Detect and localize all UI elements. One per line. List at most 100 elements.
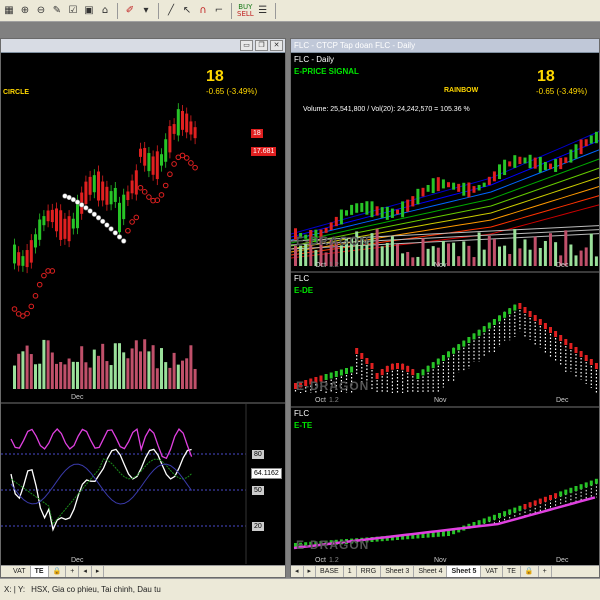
zoom-out-icon[interactable]: ⊖ bbox=[34, 4, 48, 18]
candle bbox=[17, 252, 21, 266]
lock-icon[interactable]: 🔒 bbox=[49, 566, 67, 577]
e-te-bar bbox=[569, 487, 573, 493]
home-icon[interactable]: ⌂ bbox=[98, 4, 112, 18]
candle bbox=[487, 176, 491, 185]
volume-bar bbox=[172, 352, 176, 389]
toolbar-divider bbox=[274, 2, 276, 19]
volume-bar bbox=[42, 339, 46, 389]
sheet-tab-sheet4[interactable]: Sheet 4 bbox=[414, 566, 448, 577]
candle bbox=[324, 227, 328, 233]
sheet-tab-rrg[interactable]: RRG bbox=[357, 566, 382, 577]
candle bbox=[50, 209, 54, 223]
candle bbox=[25, 250, 29, 268]
bracket-icon[interactable]: ⌐ bbox=[212, 4, 226, 18]
sheet-tab-sheet3[interactable]: Sheet 3 bbox=[381, 566, 415, 577]
sell-label: SELL bbox=[237, 9, 254, 18]
volume-bar bbox=[50, 352, 54, 389]
volume-bar bbox=[176, 364, 180, 389]
nav-right-icon[interactable]: ▸ bbox=[92, 566, 105, 577]
candle bbox=[554, 159, 558, 172]
e-de-bar bbox=[345, 368, 348, 374]
candle bbox=[29, 240, 33, 263]
list-icon[interactable]: ☰ bbox=[256, 4, 270, 18]
line-icon[interactable]: ╱ bbox=[164, 4, 178, 18]
e-te-pane[interactable]: FLC E-TE E-DRAGON Oct 1.2 Nov Dec bbox=[291, 408, 599, 565]
e-de-bar bbox=[498, 315, 501, 322]
candle bbox=[579, 139, 583, 155]
candle bbox=[498, 164, 501, 180]
volume-bar bbox=[13, 365, 16, 389]
e-te-bar bbox=[498, 513, 501, 518]
main-toolbar: ▦ ⊕ ⊖ ✎ ☑ ▣ ⌂ ✐ ▾ ╱ ↖ ∩ ⌐ BUY SELL ☰ bbox=[0, 0, 600, 22]
add-sheet-icon[interactable]: + bbox=[66, 566, 80, 577]
candle bbox=[176, 109, 180, 136]
volume-bar bbox=[589, 233, 593, 266]
candle bbox=[105, 186, 109, 205]
status-text: HSX, Gia co phieu, Tai chinh, Dau tu bbox=[31, 585, 161, 594]
minimize-icon[interactable]: ▭ bbox=[240, 40, 253, 51]
candle bbox=[467, 182, 471, 198]
add-sheet-icon[interactable]: + bbox=[539, 566, 552, 577]
magnet-icon[interactable]: ∩ bbox=[196, 4, 210, 18]
zoom-in-icon[interactable]: ⊕ bbox=[18, 4, 32, 18]
left-chart-window: ▭ ❐ ✕ CIRCLE 18 -0.65 (-3.49%) 18 17.681… bbox=[0, 38, 286, 578]
e-de-bar bbox=[492, 319, 496, 325]
sheet-tab-vat[interactable]: VAT bbox=[481, 566, 503, 577]
e-de-bar bbox=[482, 326, 486, 333]
right-window-titlebar[interactable]: FLC - CTCP Tap doan FLC - Daily bbox=[291, 39, 599, 53]
candle bbox=[339, 209, 343, 225]
left-price-pane[interactable]: CIRCLE 18 -0.65 (-3.49%) 18 17.681 Dec bbox=[1, 54, 285, 402]
e-de-pane[interactable]: FLC E-DE E-DRAGON Oct 1.2 Nov Dec bbox=[291, 273, 599, 406]
volume-bar bbox=[339, 245, 343, 266]
sheet-tab-base[interactable]: BASE bbox=[316, 566, 344, 577]
candle bbox=[118, 202, 121, 233]
left-window-titlebar[interactable]: ▭ ❐ ✕ bbox=[1, 39, 285, 53]
restore-icon[interactable]: ❐ bbox=[255, 40, 268, 51]
sar-dot bbox=[28, 303, 35, 310]
edit-icon[interactable]: ✎ bbox=[50, 4, 64, 18]
sheet-tab-vat[interactable]: VAT bbox=[9, 566, 31, 577]
pane3-month-nov: Nov bbox=[434, 557, 447, 564]
candle bbox=[523, 157, 527, 164]
volume-bar bbox=[498, 246, 501, 266]
nav-left-icon[interactable]: ◂ bbox=[79, 566, 92, 577]
sheet-tab-te[interactable]: TE bbox=[503, 566, 521, 577]
sheet-tab-sheet5[interactable]: Sheet 5 bbox=[447, 566, 482, 577]
sar-dot bbox=[83, 205, 89, 211]
image-icon[interactable]: ▣ bbox=[82, 4, 96, 18]
chevron-down-icon[interactable]: ▾ bbox=[139, 4, 153, 18]
volume-bar bbox=[76, 361, 79, 389]
candle bbox=[411, 196, 415, 207]
check-icon[interactable]: ☑ bbox=[66, 4, 80, 18]
sar-dot bbox=[188, 160, 194, 166]
nav-left-icon[interactable]: ◂ bbox=[291, 566, 304, 577]
candle bbox=[84, 181, 88, 204]
buy-sell-button[interactable]: BUY SELL bbox=[237, 3, 254, 18]
pane1-month-nov: Nov bbox=[434, 262, 447, 269]
e-de-bar bbox=[564, 339, 568, 345]
pen-icon[interactable]: ✐ bbox=[123, 4, 137, 18]
cursor-icon[interactable]: ↖ bbox=[180, 4, 194, 18]
sar-dot bbox=[121, 238, 127, 244]
price-signal-pane[interactable]: FLC - Daily E-PRICE SIGNAL RAINBOW 18 -0… bbox=[291, 54, 599, 271]
close-icon[interactable]: ✕ bbox=[270, 40, 283, 51]
candle bbox=[38, 219, 42, 240]
nav-right-icon[interactable]: ▸ bbox=[304, 566, 317, 577]
volume-bar bbox=[92, 349, 96, 389]
e-te-bar bbox=[589, 480, 593, 486]
candle bbox=[164, 139, 168, 162]
e-de-bar bbox=[390, 363, 394, 370]
candle bbox=[589, 135, 593, 144]
lock-icon[interactable]: 🔒 bbox=[521, 566, 539, 577]
left-sheet-tabs: VAT TE 🔒 + ◂ ▸ bbox=[1, 565, 285, 577]
sheet-tab-1[interactable]: 1 bbox=[344, 566, 357, 577]
grid-icon[interactable]: ▦ bbox=[2, 4, 16, 18]
e-de-bar bbox=[518, 303, 522, 309]
volume-bar bbox=[472, 257, 476, 266]
sheet-tab-te[interactable]: TE bbox=[30, 566, 49, 577]
candle bbox=[584, 139, 588, 147]
volume-bar bbox=[151, 345, 155, 389]
candle bbox=[76, 200, 79, 229]
sar-dot bbox=[66, 194, 72, 201]
left-oscillator-pane[interactable]: 80 64.1162 50 20 Dec bbox=[1, 404, 285, 564]
